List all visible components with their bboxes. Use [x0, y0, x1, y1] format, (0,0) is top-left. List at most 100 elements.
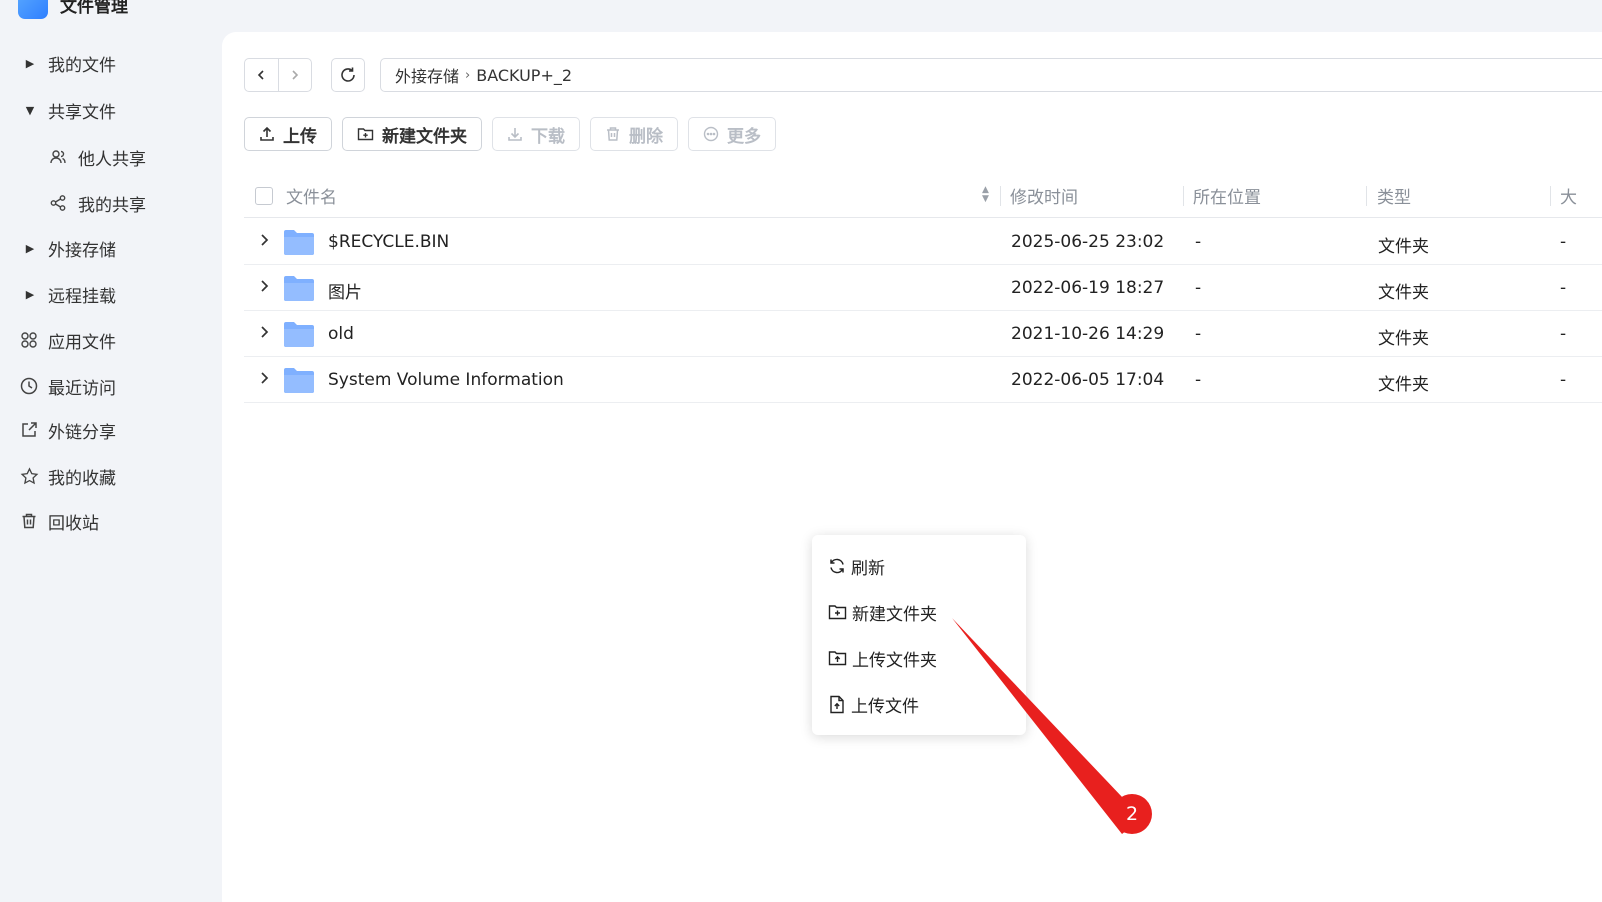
column-header-size[interactable]: 大	[1560, 183, 1577, 208]
chevron-right-icon[interactable]	[258, 279, 270, 293]
app-header: 文件管理	[18, 0, 128, 20]
file-location: -	[1195, 278, 1202, 298]
context-menu-refresh[interactable]: 刷新	[812, 543, 1026, 589]
caret-right-icon: ▶	[25, 241, 35, 255]
file-mtime: 2021-10-26 14:29	[1011, 324, 1165, 344]
sidebar-item-my-shares[interactable]: 我的共享	[0, 185, 222, 221]
breadcrumb-item-parent[interactable]: 外接存储	[395, 63, 459, 87]
sidebar-item-label: 外接存储	[48, 240, 116, 261]
sidebar-item-app-files[interactable]: 应用文件	[0, 322, 222, 358]
sidebar-item-external-storage[interactable]: ▶ 外接存储	[0, 230, 222, 266]
file-type: 文件夹	[1378, 237, 1429, 257]
column-header-location[interactable]: 所在位置	[1193, 183, 1261, 208]
clock-icon	[19, 377, 39, 395]
sidebar-item-shared-files[interactable]: ▼ 共享文件	[0, 92, 222, 128]
file-upload-icon	[830, 695, 844, 713]
file-mtime: 2025-06-25 23:02	[1011, 232, 1165, 252]
sidebar-item-label: 回收站	[48, 513, 99, 534]
column-divider[interactable]	[1000, 186, 1001, 206]
new-folder-label: 新建文件夹	[382, 126, 467, 147]
caret-down-icon: ▼	[25, 103, 35, 117]
context-menu-upload-file[interactable]: 上传文件	[812, 681, 1026, 727]
file-size: -	[1560, 370, 1567, 390]
context-menu-upload-folder[interactable]: 上传文件夹	[812, 635, 1026, 681]
forward-button[interactable]	[277, 59, 311, 91]
delete-button[interactable]: 删除	[590, 117, 678, 151]
download-label: 下载	[531, 126, 565, 147]
toolbar: 上传 新建文件夹 下载 删除 更多	[244, 117, 776, 151]
caret-right-icon: ▶	[25, 56, 35, 70]
table-row[interactable]: $RECYCLE.BIN 2025-06-25 23:02 - 文件夹 -	[244, 219, 1602, 265]
trash-icon	[19, 512, 39, 530]
column-divider[interactable]	[1366, 186, 1367, 206]
file-name: $RECYCLE.BIN	[328, 232, 450, 252]
column-header-name[interactable]: 文件名	[286, 183, 337, 208]
sidebar-item-remote-mount[interactable]: ▶ 远程挂载	[0, 276, 222, 312]
upload-icon	[260, 126, 274, 141]
refresh-icon	[341, 67, 355, 82]
more-icon	[703, 126, 719, 142]
breadcrumb-item-current[interactable]: BACKUP+_2	[476, 66, 572, 85]
upload-label: 上传	[283, 126, 317, 147]
file-mtime: 2022-06-05 17:04	[1011, 370, 1165, 390]
app-logo-icon	[18, 0, 48, 19]
column-divider[interactable]	[1183, 186, 1184, 206]
users-icon	[48, 148, 68, 166]
folder-icon	[284, 322, 314, 347]
file-location: -	[1195, 232, 1202, 252]
chevron-right-icon[interactable]	[258, 233, 270, 247]
sort-icon[interactable]: ▲ ▼	[982, 186, 989, 204]
sidebar-item-label: 应用文件	[48, 332, 116, 353]
sidebar-item-link-share[interactable]: 外链分享	[0, 412, 222, 448]
breadcrumb: 外接存储 › BACKUP+_2	[380, 58, 1602, 92]
file-type: 文件夹	[1378, 375, 1429, 395]
file-location: -	[1195, 370, 1202, 390]
refresh-icon	[830, 558, 844, 574]
sidebar-item-recent[interactable]: 最近访问	[0, 368, 222, 404]
folder-icon	[284, 276, 314, 301]
sidebar-item-recycle-bin[interactable]: 回收站	[0, 503, 222, 539]
sidebar-item-label: 我的收藏	[48, 468, 116, 489]
main-panel: 外接存储 › BACKUP+_2 上传 新建文件夹 下载 删除 更多 文件名 ▲…	[222, 32, 1602, 902]
table-row[interactable]: 图片 2022-06-19 18:27 - 文件夹 -	[244, 265, 1602, 311]
sidebar-item-label: 我的共享	[78, 195, 146, 216]
app-title: 文件管理	[60, 0, 128, 17]
chevron-right-icon[interactable]	[258, 325, 270, 339]
share-icon	[48, 194, 68, 212]
folder-plus-icon	[828, 605, 847, 620]
sidebar-item-label: 外链分享	[48, 422, 116, 443]
sidebar: 文件管理 ▶ 我的文件 ▼ 共享文件 他人共享 我的共享 ▶ 外接存储 ▶ 远程…	[0, 0, 222, 902]
file-location: -	[1195, 324, 1202, 344]
trash-icon	[607, 127, 619, 141]
file-mtime: 2022-06-19 18:27	[1011, 278, 1165, 298]
sidebar-item-label: 他人共享	[78, 149, 146, 170]
column-divider[interactable]	[1550, 186, 1551, 206]
caret-right-icon: ▶	[25, 287, 35, 301]
sidebar-item-favorites[interactable]: 我的收藏	[0, 458, 222, 494]
folder-icon	[284, 230, 314, 255]
sidebar-item-shared-with-me[interactable]: 他人共享	[0, 139, 222, 175]
table-row[interactable]: old 2021-10-26 14:29 - 文件夹 -	[244, 311, 1602, 357]
folder-icon	[284, 368, 314, 393]
select-all-checkbox[interactable]	[255, 186, 273, 205]
history-nav	[244, 58, 312, 92]
column-header-type[interactable]: 类型	[1377, 183, 1411, 208]
file-size: -	[1560, 232, 1567, 252]
column-header-mtime[interactable]: 修改时间	[1010, 183, 1078, 208]
sidebar-item-my-files[interactable]: ▶ 我的文件	[0, 45, 222, 81]
download-icon	[508, 128, 522, 141]
download-button[interactable]: 下载	[492, 117, 580, 151]
back-button[interactable]	[245, 59, 278, 91]
context-menu-label: 上传文件夹	[852, 650, 937, 671]
sidebar-item-label: 我的文件	[48, 55, 116, 76]
more-label: 更多	[727, 126, 761, 147]
refresh-button[interactable]	[331, 58, 365, 92]
context-menu-label: 刷新	[851, 558, 885, 579]
context-menu-new-folder[interactable]: 新建文件夹	[812, 589, 1026, 635]
upload-button[interactable]: 上传	[244, 117, 332, 151]
chevron-right-icon[interactable]	[258, 371, 270, 385]
star-icon	[19, 466, 39, 486]
new-folder-button[interactable]: 新建文件夹	[342, 117, 482, 151]
table-row[interactable]: System Volume Information 2022-06-05 17:…	[244, 357, 1602, 403]
more-button[interactable]: 更多	[688, 117, 776, 151]
